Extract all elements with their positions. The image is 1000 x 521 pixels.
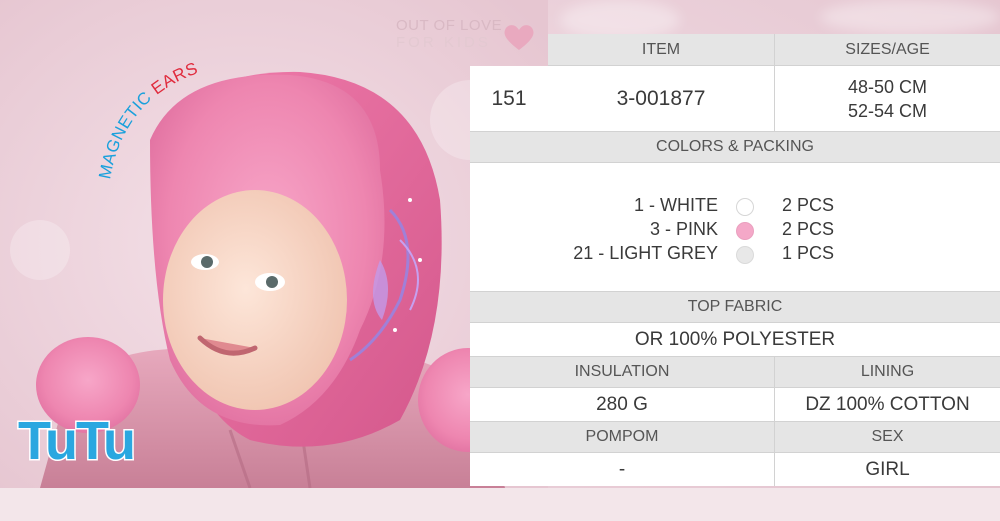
brand-line-1: OUT OF LOVE [396, 17, 503, 34]
color-swatch-light-grey [736, 246, 754, 264]
spec-table: ITEM SIZES/AGE 151 3-001877 48-50 CM 52-… [470, 34, 1000, 486]
insulation-header: INSULATION [470, 356, 774, 388]
ears-text: EARS [148, 58, 201, 98]
sizes-cell: 48-50 CM 52-54 CM [774, 66, 1000, 131]
magnetic-ears-label: MAGNETIC EARS [95, 58, 200, 180]
logo-text: TuTu [18, 411, 134, 471]
size-2: 52-54 CM [847, 100, 928, 121]
insulation-value: 280 G [470, 388, 774, 421]
top-fabric-value: OR 100% POLYESTER [470, 323, 1000, 356]
item-header-row: ITEM SIZES/AGE [470, 34, 1000, 66]
color-name: 3 - PINK [649, 219, 718, 239]
color-name: 1 - WHITE [634, 195, 718, 215]
color-name: 21 - LIGHT GREY [573, 243, 718, 263]
color-row: 21 - LIGHT GREY 1 PCS [470, 243, 1000, 267]
colors-packing-header: COLORS & PACKING [470, 131, 1000, 163]
top-fabric-header-row: TOP FABRIC [470, 291, 1000, 323]
pompom-sex-value-row: - GIRL [470, 453, 1000, 486]
item-code: 3-001877 [548, 66, 774, 131]
sex-value: GIRL [774, 453, 1000, 486]
background-bokeh [820, 0, 1000, 34]
sizes-header: SIZES/AGE [774, 34, 1000, 66]
color-pcs: 2 PCS [782, 195, 835, 215]
magnetic-text: MAGNETIC [95, 88, 155, 181]
insulation-lining-value-row: 280 G DZ 100% COTTON [470, 388, 1000, 421]
color-row: 1 - WHITE 2 PCS [470, 195, 1000, 219]
insulation-lining-header-row: INSULATION LINING [470, 356, 1000, 388]
item-value-row: 151 3-001877 48-50 CM 52-54 CM [470, 66, 1000, 131]
color-swatch-pink [736, 222, 754, 240]
lining-header: LINING [774, 356, 1000, 388]
svg-text:MAGNETIC EARS: MAGNETIC EARS [95, 58, 200, 180]
color-swatch-white [736, 198, 754, 216]
tutu-logo: TuTu [17, 410, 138, 473]
size-1: 48-50 CM [847, 76, 928, 97]
colors-list: 1 - WHITE 2 PCS 3 - PINK 2 PCS 21 - LIGH… [470, 163, 1000, 291]
color-row: 3 - PINK 2 PCS [470, 219, 1000, 243]
item-header: ITEM [548, 34, 774, 66]
sex-header: SEX [774, 421, 1000, 453]
blank-header [470, 34, 548, 66]
top-fabric-header: TOP FABRIC [470, 291, 1000, 323]
top-fabric-value-row: OR 100% POLYESTER [470, 323, 1000, 356]
lining-value: DZ 100% COTTON [774, 388, 1000, 421]
colors-header-row: COLORS & PACKING [470, 131, 1000, 163]
pompom-value: - [470, 453, 774, 486]
color-pcs: 2 PCS [782, 219, 835, 239]
pompom-header: POMPOM [470, 421, 774, 453]
bottom-strip [0, 488, 1000, 521]
pompom-sex-header-row: POMPOM SEX [470, 421, 1000, 453]
color-pcs: 1 PCS [782, 243, 835, 263]
product-number: 151 [470, 66, 548, 131]
